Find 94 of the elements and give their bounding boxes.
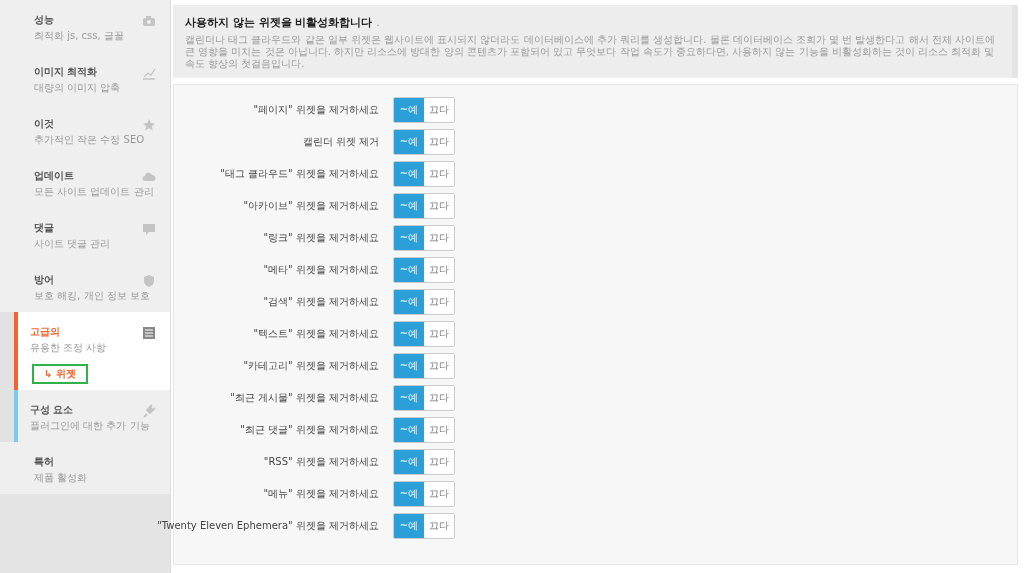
off-option[interactable]: 끄다 [424, 418, 454, 442]
toggle-switch[interactable]: ~예 끄다 [393, 289, 455, 315]
submenu-link[interactable]: ↳ 위젯 [32, 364, 88, 384]
section-title: 사용하지 않는 위젯을 비활성화합니다 . [185, 15, 381, 30]
off-option[interactable]: 끄다 [424, 386, 454, 410]
on-option[interactable]: ~예 [394, 194, 424, 218]
cloud-icon [142, 170, 156, 184]
setting-label: "메타" 위젯을 제거하세요 [263, 263, 379, 277]
item-title: 구성 요소 [30, 404, 74, 416]
toggle-switch[interactable]: ~예 끄다 [393, 417, 455, 443]
on-option[interactable]: ~예 [394, 98, 424, 122]
item-subtitle: 플러그인에 대한 추가 기능 [30, 420, 150, 432]
sidebar-item[interactable]: 업데이트 모든 사이트 업데이트 관리 [0, 156, 170, 208]
off-option[interactable]: 끄다 [424, 450, 454, 474]
toggle-switch[interactable]: ~예 끄다 [393, 129, 455, 155]
setting-label: "Twenty Eleven Ephemera" 위젯을 제거하세요 [157, 519, 379, 533]
off-option[interactable]: 끄다 [424, 482, 454, 506]
toggle-switch[interactable]: ~예 끄다 [393, 449, 455, 475]
off-option[interactable]: 끄다 [424, 290, 454, 314]
shield-icon [142, 274, 156, 288]
item-title: 성능 [34, 14, 54, 26]
sidebar-item[interactable]: 이미지 최적화 대량의 이미지 압축 [0, 52, 170, 104]
item-title: 이미지 최적화 [34, 66, 98, 78]
setting-label: "텍스트" 위젯을 제거하세요 [253, 327, 379, 341]
on-option[interactable]: ~예 [394, 514, 424, 538]
on-option[interactable]: ~예 [394, 130, 424, 154]
setting-label: "페이지" 위젯을 제거하세요 [253, 103, 379, 117]
setting-label: "링크" 위젯을 제거하세요 [263, 231, 379, 245]
on-option[interactable]: ~예 [394, 354, 424, 378]
toggle-switch[interactable]: ~예 끄다 [393, 385, 455, 411]
sidebar-item[interactable]: 이것 추가적인 작은 수정 SEO [0, 104, 170, 156]
item-subtitle: 추가적인 작은 수정 SEO [34, 134, 145, 146]
sidebar-item[interactable]: 고급의 유용한 조정 사항 ↳ 위젯 [14, 312, 170, 390]
off-option[interactable]: 끄다 [424, 98, 454, 122]
item-title: 방어 [34, 274, 54, 286]
item-subtitle: 모든 사이트 업데이트 관리 [34, 186, 154, 198]
off-option[interactable]: 끄다 [424, 226, 454, 250]
off-option[interactable]: 끄다 [424, 130, 454, 154]
on-option[interactable]: ~예 [394, 450, 424, 474]
toggle-switch[interactable]: ~예 끄다 [393, 97, 455, 123]
item-subtitle: 최적화 js, css, 글꼴 [34, 30, 124, 42]
toggle-switch[interactable]: ~예 끄다 [393, 161, 455, 187]
off-option[interactable]: 끄다 [424, 194, 454, 218]
setting-label: "카테고리" 위젯을 제거하세요 [243, 359, 379, 373]
item-title: 이것 [34, 118, 54, 130]
off-option[interactable]: 끄다 [424, 354, 454, 378]
off-option[interactable]: 끄다 [424, 162, 454, 186]
toggle-switch[interactable]: ~예 끄다 [393, 225, 455, 251]
item-subtitle: 보호 해킹, 개인 정보 보호 [34, 290, 150, 302]
setting-label: "태그 클라우드" 위젯을 제거하세요 [220, 167, 379, 181]
on-option[interactable]: ~예 [394, 162, 424, 186]
on-option[interactable]: ~예 [394, 386, 424, 410]
comment-icon [142, 222, 156, 236]
sidebar-item[interactable]: 특허 제품 활성화 [0, 442, 170, 494]
toggle-switch[interactable]: ~예 끄다 [393, 257, 455, 283]
toggle-switch[interactable]: ~예 끄다 [393, 193, 455, 219]
chart-icon [142, 66, 156, 80]
sidebar-item[interactable]: 구성 요소 플러그인에 대한 추가 기능 [14, 390, 170, 442]
toggle-switch[interactable]: ~예 끄다 [393, 513, 455, 539]
item-subtitle: 대량의 이미지 압축 [34, 82, 121, 94]
setting-label: "최근 게시물" 위젯을 제거하세요 [230, 391, 379, 405]
toggle-switch[interactable]: ~예 끄다 [393, 321, 455, 347]
off-option[interactable]: 끄다 [424, 258, 454, 282]
sidebar-item[interactable]: 방어 보호 해킹, 개인 정보 보호 [0, 260, 170, 312]
section-description: 캘린더나 태그 클라우드와 같은 일부 위젯은 웹사이트에 표시되지 않더라도 데이터베이스에 추가 쿼리를 생성합니다. 물론 데이터베이스 조회가 몇 번 발생한다고 해서 전체 사이트에 큰 영향을 미치는 것은 아닙니다. 하지만 리소스에 방대한 양의 콘텐츠가 포함되어 있고 무엇보다 작업 속도가 중요하다면, 사용하지 않는 기능을 비활성화하는 것이 리소스 최적화 및 속도 향상의 첫걸음입니다. [185, 34, 996, 70]
item-subtitle: 사이트 댓글 관리 [34, 238, 111, 250]
item-title: 업데이트 [34, 170, 74, 182]
list-icon [142, 326, 156, 340]
off-option[interactable]: 끄다 [424, 322, 454, 346]
camera-icon [142, 14, 156, 28]
setting-label: "최근 댓글" 위젯을 제거하세요 [240, 423, 379, 437]
plug-icon [142, 404, 156, 418]
on-option[interactable]: ~예 [394, 482, 424, 506]
on-option[interactable]: ~예 [394, 226, 424, 250]
item-title: 댓글 [34, 222, 54, 234]
setting-label: "아카이브" 위젯을 제거하세요 [243, 199, 379, 213]
setting-label: "메뉴" 위젯을 제거하세요 [263, 487, 379, 501]
setting-label: 캘린더 위젯 제거 [302, 135, 379, 149]
toggle-switch[interactable]: ~예 끄다 [393, 353, 455, 379]
star-icon [142, 118, 156, 132]
off-option[interactable]: 끄다 [424, 514, 454, 538]
sidebar-item[interactable]: 성능 최적화 js, css, 글꼴 [0, 0, 170, 52]
setting-label: "검색" 위젯을 제거하세요 [263, 295, 379, 309]
on-option[interactable]: ~예 [394, 290, 424, 314]
on-option[interactable]: ~예 [394, 258, 424, 282]
item-subtitle: 제품 활성화 [34, 472, 88, 484]
on-option[interactable]: ~예 [394, 322, 424, 346]
item-title: 고급의 [30, 326, 60, 338]
on-option[interactable]: ~예 [394, 418, 424, 442]
toggle-switch[interactable]: ~예 끄다 [393, 481, 455, 507]
item-subtitle: 유용한 조정 사항 [30, 342, 107, 354]
item-title: 특허 [34, 456, 54, 468]
sidebar-item[interactable]: 댓글 사이트 댓글 관리 [0, 208, 170, 260]
setting-label: "RSS" 위젯을 제거하세요 [263, 455, 379, 469]
